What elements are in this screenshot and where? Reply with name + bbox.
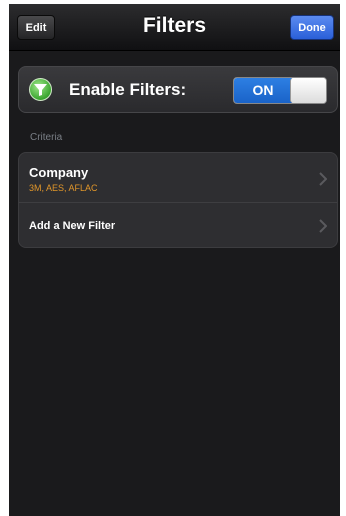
chevron-right-icon [319,172,327,186]
enable-filters-row: Enable Filters: ON [18,66,338,113]
list-item-add-filter[interactable]: Add a New Filter [19,203,337,247]
add-filter-label: Add a New Filter [29,220,116,232]
criteria-section-header: Criteria [30,132,63,143]
filter-funnel-icon [29,78,52,101]
filters-screen: Edit Filters Done Enable Filters: ON Cri… [9,4,340,516]
company-values: 3M, AES, AFLAC [29,183,98,193]
navigation-bar: Edit Filters Done [9,4,340,51]
list-item-company[interactable]: Company 3M, AES, AFLAC [19,153,337,203]
chevron-right-icon [319,219,327,233]
toggle-on-label: ON [234,78,292,103]
toggle-knob[interactable] [290,78,326,103]
enable-filters-toggle[interactable]: ON [233,77,327,104]
enable-filters-label: Enable Filters: [69,80,187,99]
criteria-list: Company 3M, AES, AFLAC Add a New Filter [18,152,338,248]
company-label: Company [29,165,89,180]
done-button[interactable]: Done [290,15,334,40]
